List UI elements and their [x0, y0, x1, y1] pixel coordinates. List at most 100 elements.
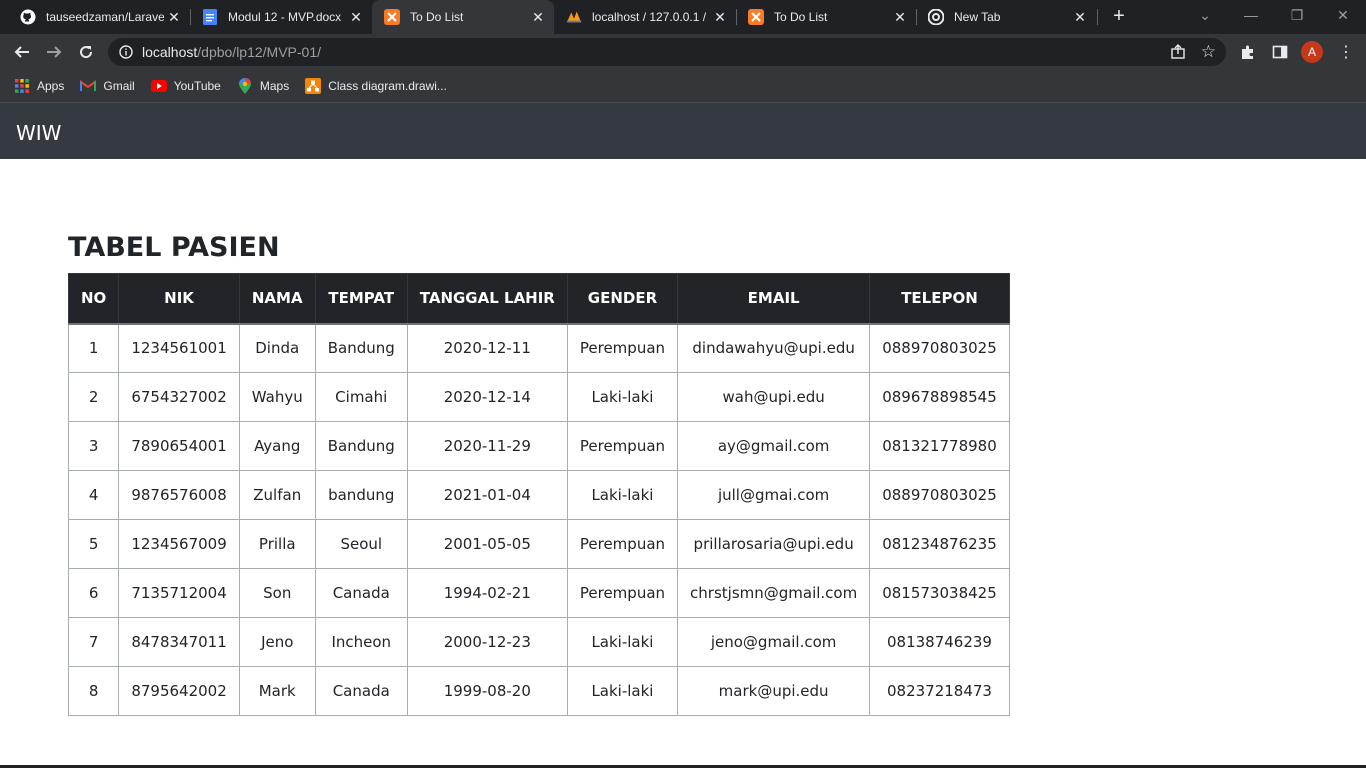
- restore-icon[interactable]: ❐: [1274, 0, 1320, 30]
- column-header: NO: [67, 273, 120, 325]
- cell-tempat: Bandung: [314, 421, 408, 471]
- close-icon[interactable]: ✕: [346, 9, 366, 26]
- cell-nik: 1234561001: [118, 323, 240, 373]
- table-row: 1 1234561001 Dinda Bandung 2020-12-11 Pe…: [67, 323, 1010, 373]
- back-arrow-icon[interactable]: [10, 40, 34, 64]
- reload-icon[interactable]: [74, 40, 98, 64]
- cell-telepon: 081573038425: [869, 568, 1010, 618]
- bookmark-apps[interactable]: Apps: [14, 78, 64, 94]
- new-tab-plus-icon[interactable]: +: [1108, 5, 1130, 27]
- minimize-icon[interactable]: —: [1228, 0, 1274, 30]
- cell-email: wah@upi.edu: [677, 372, 871, 422]
- cell-nama: Dinda: [238, 323, 316, 373]
- bookmark-gmail[interactable]: Gmail: [80, 78, 135, 94]
- cell-telepon: 088970803025: [869, 323, 1010, 373]
- tab-title: localhost / 127.0.0.1 /: [592, 10, 707, 24]
- maps-icon: [237, 78, 253, 94]
- cell-tempat: Bandung: [314, 323, 408, 373]
- cell-tanggal-lahir: 2021-01-04: [406, 470, 568, 520]
- column-header: NIK: [118, 273, 240, 325]
- cell-tempat: Canada: [314, 568, 408, 618]
- github-icon: [20, 9, 36, 25]
- cell-tanggal-lahir: 2020-12-11: [406, 323, 568, 373]
- cell-telepon: 08237218473: [869, 666, 1010, 716]
- tab-todo-active[interactable]: To Do List ✕: [372, 0, 554, 34]
- site-info-icon[interactable]: [118, 44, 134, 60]
- cell-email: ay@gmail.com: [677, 421, 871, 471]
- table-row: 4 9876576008 Zulfan bandung 2021-01-04 L…: [67, 470, 1010, 520]
- cell-nama: Son: [238, 568, 316, 618]
- bookmark-drawio[interactable]: Class diagram.drawi...: [305, 78, 447, 94]
- close-icon[interactable]: ✕: [890, 9, 910, 26]
- tab-newtab[interactable]: New Tab ✕: [916, 0, 1096, 34]
- side-panel-icon[interactable]: [1268, 40, 1292, 64]
- cell-gender: Perempuan: [566, 568, 679, 618]
- column-header: TEMPAT: [314, 273, 408, 325]
- cell-gender: Perempuan: [566, 421, 679, 471]
- gmail-icon: [80, 78, 97, 94]
- navbar-brand[interactable]: WIW: [16, 121, 61, 145]
- tab-todo[interactable]: To Do List ✕: [736, 0, 916, 34]
- browser-toolbar: localhost/dpbo/lp12/MVP-01/ ☆ A ⋮: [0, 34, 1366, 70]
- tab-docs[interactable]: Modul 12 - MVP.docx ✕: [190, 0, 372, 34]
- docs-icon: [202, 9, 218, 25]
- tab-github[interactable]: tauseedzaman/Laravel ✕: [8, 0, 190, 34]
- cell-nik: 6754327002: [118, 372, 240, 422]
- chrome-icon: [928, 9, 944, 25]
- close-icon[interactable]: ✕: [710, 9, 730, 26]
- tab-title: To Do List: [774, 10, 828, 24]
- close-icon[interactable]: ✕: [528, 9, 548, 26]
- share-icon[interactable]: [1170, 44, 1186, 65]
- cell-nama: Mark: [238, 666, 316, 716]
- profile-initial: A: [1301, 41, 1323, 63]
- xampp-icon: [384, 9, 400, 25]
- cell-tempat: Canada: [314, 666, 408, 716]
- extensions-puzzle-icon[interactable]: [1236, 40, 1260, 64]
- bookmark-label: Gmail: [103, 79, 135, 93]
- cell-nama: Wahyu: [238, 372, 316, 422]
- site-navbar: WIW: [0, 102, 1366, 159]
- cell-nik: 1234567009: [118, 519, 240, 569]
- close-icon[interactable]: ✕: [1070, 9, 1090, 26]
- cell-gender: Laki-laki: [566, 617, 679, 667]
- close-icon[interactable]: ✕: [164, 9, 184, 26]
- bookmark-label: Apps: [37, 79, 65, 93]
- cell-no: 7: [67, 617, 120, 667]
- cell-nik: 8795642002: [118, 666, 240, 716]
- table-row: 3 7890654001 Ayang Bandung 2020-11-29 Pe…: [67, 421, 1010, 471]
- cell-gender: Laki-laki: [566, 372, 679, 422]
- bookmark-star-icon[interactable]: ☆: [1201, 43, 1216, 60]
- cell-no: 1: [67, 323, 120, 373]
- bookmark-maps[interactable]: Maps: [237, 78, 289, 94]
- column-header: TANGGAL LAHIR: [406, 273, 568, 325]
- table-header-row: NO NIK NAMA TEMPAT TANGGAL LAHIR GENDER …: [67, 273, 1010, 325]
- phpmyadmin-icon: [566, 9, 582, 25]
- cell-nama: Zulfan: [238, 470, 316, 520]
- tab-title: tauseedzaman/Laravel: [46, 10, 164, 24]
- cell-gender: Perempuan: [566, 519, 679, 569]
- xampp-icon: [748, 9, 764, 25]
- cell-email: prillarosaria@upi.edu: [677, 519, 871, 569]
- tab-search-chevron-icon[interactable]: ⌄: [1182, 0, 1228, 30]
- table-row: 2 6754327002 Wahyu Cimahi 2020-12-14 Lak…: [67, 372, 1010, 422]
- forward-arrow-icon[interactable]: [42, 40, 66, 64]
- cell-tempat: Incheon: [314, 617, 408, 667]
- cell-telepon: 088970803025: [869, 470, 1010, 520]
- window-close-icon[interactable]: ✕: [1320, 0, 1366, 30]
- cell-tanggal-lahir: 2020-12-14: [406, 372, 568, 422]
- column-header: GENDER: [566, 273, 679, 325]
- cell-no: 2: [67, 372, 120, 422]
- cell-tempat: bandung: [314, 470, 408, 520]
- patient-table: NO NIK NAMA TEMPAT TANGGAL LAHIR GENDER …: [67, 273, 1010, 716]
- cell-email: dindawahyu@upi.edu: [677, 323, 871, 373]
- menu-kebab-icon[interactable]: ⋮: [1334, 40, 1358, 64]
- bookmark-youtube[interactable]: YouTube: [150, 78, 221, 94]
- bookmarks-bar: Apps Gmail YouTube Maps Class diagram.dr…: [0, 70, 1366, 102]
- profile-avatar[interactable]: A: [1300, 40, 1324, 64]
- cell-tanggal-lahir: 1999-08-20: [406, 666, 568, 716]
- tab-phpmyadmin[interactable]: localhost / 127.0.0.1 / ✕: [554, 0, 736, 34]
- cell-nik: 9876576008: [118, 470, 240, 520]
- cell-tanggal-lahir: 2000-12-23: [406, 617, 568, 667]
- address-bar[interactable]: localhost/dpbo/lp12/MVP-01/ ☆: [108, 38, 1226, 66]
- cell-telepon: 081321778980: [869, 421, 1010, 471]
